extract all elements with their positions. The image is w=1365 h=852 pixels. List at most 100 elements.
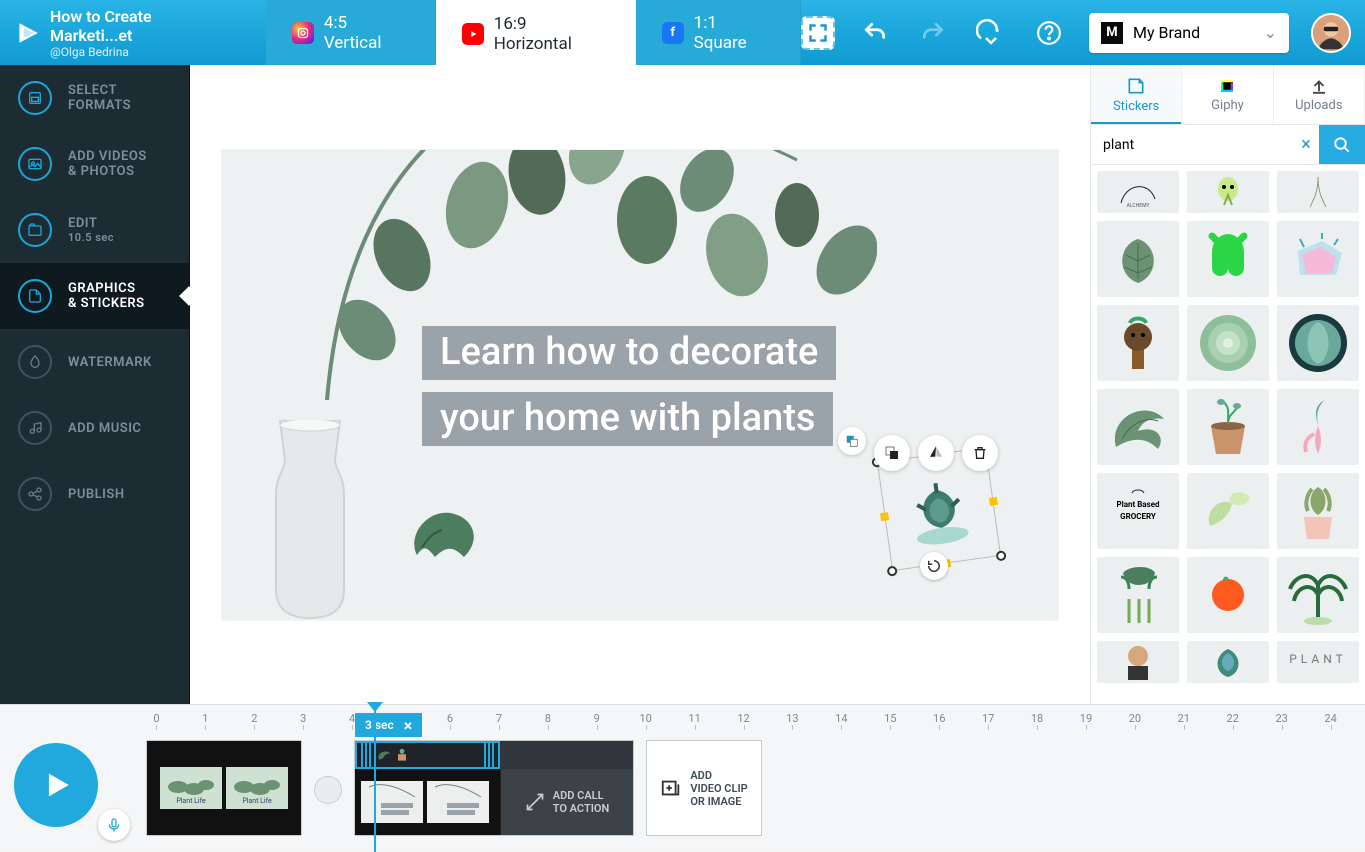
sidebar-label: SELECT [68, 83, 131, 98]
rtab-stickers[interactable]: Stickers [1091, 65, 1182, 124]
sidebar-item-edit[interactable]: EDIT10.5 sec [0, 197, 189, 263]
sticker-result[interactable]: Plant BasedGROCERY [1097, 473, 1179, 549]
sticker-monstera-leaf[interactable] [402, 505, 487, 565]
timeline-tick: 16 [915, 712, 964, 725]
sticker-result[interactable] [1277, 473, 1359, 549]
help-button[interactable] [1031, 15, 1067, 51]
sidebar-item-graphics[interactable]: GRAPHICS& STICKERS [0, 263, 189, 329]
overlay-duration-flag[interactable]: 3 sec × [355, 713, 422, 737]
delete-button[interactable] [962, 435, 998, 471]
project-title[interactable]: How to Create Marketi...et [50, 7, 238, 45]
sticker-result[interactable] [1277, 389, 1359, 465]
user-avatar[interactable] [1311, 13, 1351, 53]
sticker-result[interactable]: PLANT [1277, 641, 1359, 683]
timeline-tick: 1 [181, 712, 230, 725]
format-tab-label: 1:1 Square [694, 13, 774, 53]
sidebar-sublabel: & PHOTOS [68, 164, 147, 179]
sticker-result[interactable] [1277, 557, 1359, 633]
overlay-segment[interactable] [355, 741, 500, 769]
rotate-reset-button[interactable] [920, 552, 948, 580]
sticker-result[interactable] [1187, 641, 1269, 683]
undo-button[interactable] [857, 15, 893, 51]
rtab-giphy[interactable]: Giphy [1182, 65, 1273, 124]
sidebar-item-add-media[interactable]: ADD VIDEOS& PHOTOS [0, 131, 189, 197]
clip-transition[interactable] [314, 776, 342, 804]
timeline-tick: 9 [572, 712, 621, 725]
logo-icon[interactable] [12, 18, 42, 48]
add-clip-button[interactable]: ADD VIDEO CLIP OR IMAGE [646, 740, 762, 836]
sticker-search-input[interactable] [1091, 125, 1293, 164]
canvas-caption-line2[interactable]: your home with plants [422, 392, 833, 446]
add-clip-label: ADD VIDEO CLIP OR IMAGE [690, 769, 747, 808]
sticker-result[interactable] [1097, 389, 1179, 465]
canvas-caption-line1[interactable]: Learn how to decorate [422, 326, 836, 380]
sticker-result[interactable] [1277, 305, 1359, 381]
timeline-clip-1[interactable]: Plant Life Plant Life [146, 740, 302, 836]
sticker-result[interactable] [1187, 221, 1269, 297]
sticker-result[interactable] [1187, 305, 1269, 381]
sticker-result[interactable] [1187, 389, 1269, 465]
sticker-result[interactable] [1097, 557, 1179, 633]
format-tab-16-9[interactable]: 16:9 Horizontal [436, 0, 636, 65]
timeline-tick: 17 [964, 712, 1013, 725]
rtab-label: Giphy [1211, 98, 1244, 113]
sticker-result[interactable] [1277, 171, 1359, 213]
sidebar-item-music[interactable]: ADD MUSIC [0, 395, 189, 461]
layer-front-button[interactable] [874, 435, 910, 471]
cloud-sync-icon[interactable] [973, 15, 1009, 51]
sidebar-sublabel: & STICKERS [68, 296, 145, 311]
sticker-result[interactable] [1277, 221, 1359, 297]
svg-text:PLANT: PLANT [1289, 652, 1347, 666]
sticker-result[interactable] [1187, 473, 1269, 549]
timeline-clip-2[interactable]: 3 sec × [354, 740, 634, 836]
timeline-tick: 20 [1110, 712, 1159, 725]
overlay-remove-button[interactable]: × [404, 716, 413, 735]
add-cta-button[interactable]: ADD CALL TO ACTION [500, 769, 633, 835]
format-tab-label: 4:5 Vertical [324, 13, 409, 53]
voice-record-button[interactable] [98, 809, 130, 841]
youtube-icon [462, 23, 484, 45]
layer-back-button[interactable] [838, 427, 866, 455]
sidebar-item-formats[interactable]: SELECTFORMATS [0, 65, 189, 131]
timeline-tick: 11 [670, 712, 719, 725]
timeline-tick: 14 [817, 712, 866, 725]
selected-sticker[interactable] [893, 462, 986, 555]
timeline-tick: 19 [1062, 712, 1111, 725]
sticker-result[interactable] [1187, 557, 1269, 633]
timeline-tick: 13 [768, 712, 817, 725]
sidebar-item-publish[interactable]: PUBLISH [0, 461, 189, 527]
sidebar-label: ADD MUSIC [68, 421, 141, 436]
sidebar-label: ADD VIDEOS [68, 149, 147, 164]
overlay-duration-label: 3 sec [365, 718, 394, 732]
sticker-result[interactable] [1097, 221, 1179, 297]
sticker-result[interactable] [1097, 641, 1179, 683]
format-tab-1-1[interactable]: f 1:1 Square [636, 0, 801, 65]
sticker-result[interactable] [1187, 171, 1269, 213]
search-button[interactable] [1319, 125, 1365, 164]
redo-button[interactable] [915, 15, 951, 51]
timeline-tick: 24 [1306, 712, 1355, 725]
canvas[interactable]: Learn how to decorate your home with pla… [222, 150, 1058, 620]
timeline-tick: 6 [426, 712, 475, 725]
fullscreen-button[interactable] [801, 16, 835, 50]
facebook-icon: f [662, 22, 684, 44]
timeline-tick: 0 [132, 712, 181, 725]
sidebar-label: GRAPHICS [68, 281, 145, 296]
sticker-grid: ALCHEMY Plant BasedGROCERY PLANT [1091, 165, 1365, 704]
instagram-icon [292, 22, 314, 44]
rtab-label: Uploads [1295, 98, 1342, 113]
brand-select[interactable]: M My Brand ⌄ [1089, 13, 1289, 53]
search-clear-button[interactable]: × [1293, 125, 1319, 164]
cta-label: ADD CALL TO ACTION [553, 789, 610, 815]
sticker-result[interactable] [1097, 305, 1179, 381]
format-tab-4-5[interactable]: 4:5 Vertical [266, 0, 436, 65]
flip-button[interactable] [918, 435, 954, 471]
svg-text:Plant Based: Plant Based [1116, 500, 1160, 509]
timeline-tick: 8 [523, 712, 572, 725]
rtab-uploads[interactable]: Uploads [1274, 65, 1365, 124]
sidebar-item-watermark[interactable]: WATERMARK [0, 329, 189, 395]
svg-text:ALCHEMY: ALCHEMY [1127, 203, 1150, 209]
rtab-label: Stickers [1113, 99, 1159, 114]
sticker-result[interactable]: ALCHEMY [1097, 171, 1179, 213]
play-button[interactable] [14, 743, 98, 827]
